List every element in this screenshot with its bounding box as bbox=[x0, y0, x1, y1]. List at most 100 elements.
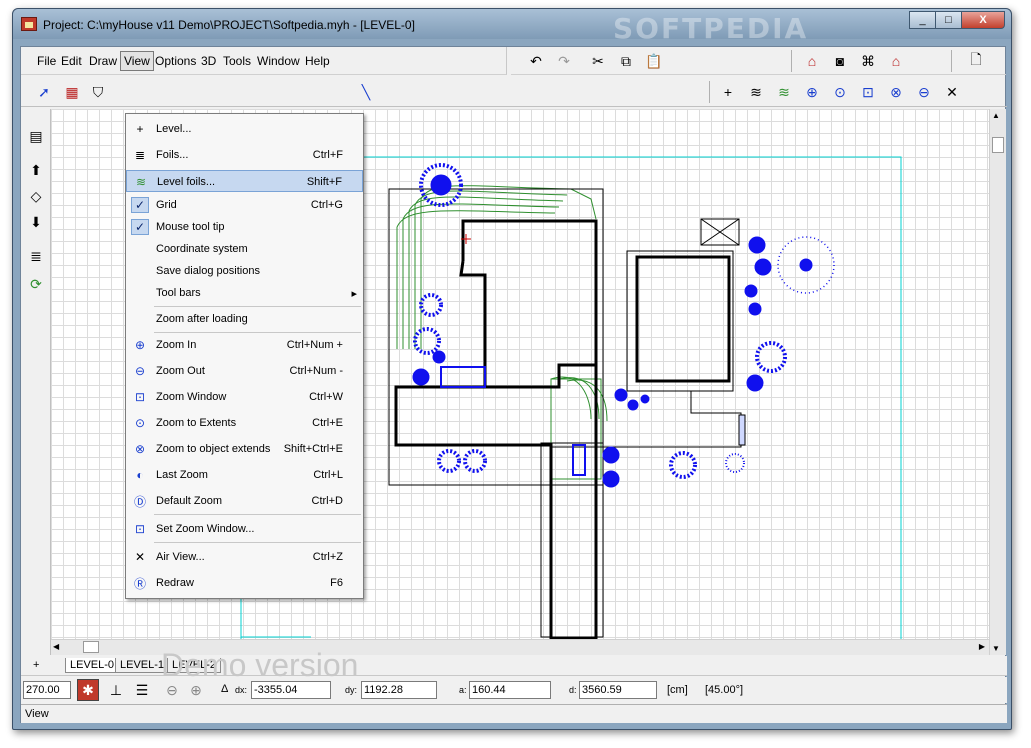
menu-item-label: Zoom Window bbox=[156, 391, 227, 403]
menu-item-level-foils[interactable]: ≋ Level foils... Shift+F bbox=[126, 170, 363, 192]
zoom-in-toolbar-icon[interactable]: ⊕ bbox=[801, 81, 823, 103]
vertical-scroll-thumb[interactable] bbox=[992, 137, 1004, 153]
layer-up-icon[interactable]: ⬆ bbox=[25, 159, 47, 181]
house-render-icon[interactable]: ⌂ bbox=[801, 50, 823, 72]
tab-level-0[interactable]: LEVEL-0 bbox=[65, 658, 120, 673]
scroll-right-icon[interactable]: ▶ bbox=[979, 642, 985, 651]
zoom-extents-toolbar-icon[interactable]: ⊙ bbox=[829, 81, 851, 103]
undo-icon[interactable]: ↶ bbox=[525, 50, 547, 72]
demo-version-label: Demo version bbox=[161, 647, 359, 683]
menu-3d[interactable]: 3D bbox=[199, 54, 218, 68]
zoom-extents-icon: ⊙ bbox=[134, 416, 146, 430]
ortho-icon[interactable]: ⊥ bbox=[105, 679, 127, 701]
angle-input[interactable]: 270.00 bbox=[23, 681, 71, 699]
scroll-left-icon[interactable]: ◀ bbox=[53, 642, 59, 651]
menu-item-label: Coordinate system bbox=[156, 243, 248, 255]
menu-window[interactable]: Window bbox=[255, 54, 302, 68]
d-label: d: bbox=[569, 685, 577, 695]
camera-icon[interactable]: ◙ bbox=[829, 50, 851, 72]
a-input[interactable]: 160.44 bbox=[469, 681, 551, 699]
menu-item-zoom-out[interactable]: ⊖ Zoom Out Ctrl+Num - bbox=[126, 360, 363, 382]
menu-item-default-zoom[interactable]: Ⓓ Default Zoom Ctrl+D bbox=[126, 490, 363, 512]
brick-wall-icon[interactable]: ▦ bbox=[61, 81, 83, 103]
menu-item-foils[interactable]: ≣ Foils... Ctrl+F bbox=[126, 144, 363, 166]
horizontal-scroll-thumb[interactable] bbox=[83, 641, 99, 653]
vertical-scrollbar[interactable]: ▲ ▼ bbox=[989, 109, 1006, 655]
new-document-icon[interactable]: 🗋 bbox=[965, 50, 987, 72]
menu-item-grid[interactable]: ✓ Grid Ctrl+G bbox=[126, 194, 363, 216]
menu-tools[interactable]: Tools bbox=[221, 54, 253, 68]
menu-item-set-zoom-window[interactable]: ⊡ Set Zoom Window... bbox=[126, 518, 363, 540]
pencil-line-icon[interactable]: ╲ bbox=[355, 81, 377, 103]
menu-item-shortcut: Ctrl+F bbox=[312, 149, 343, 161]
menu-help[interactable]: Help bbox=[303, 54, 332, 68]
checkmark-icon: ✓ bbox=[131, 197, 149, 213]
maximize-button[interactable]: □ bbox=[935, 11, 962, 29]
menu-item-air-view[interactable]: ✕ Air View... Ctrl+Z bbox=[126, 546, 363, 568]
menu-edit[interactable]: Edit bbox=[59, 54, 84, 68]
add-icon[interactable]: + bbox=[717, 81, 739, 103]
d-input[interactable]: 3560.59 bbox=[579, 681, 657, 699]
select-arrow-icon[interactable]: ➚ bbox=[33, 81, 55, 103]
zoom-out-icon: ⊖ bbox=[134, 364, 146, 378]
menu-draw[interactable]: Draw bbox=[87, 54, 119, 68]
video-camera-icon[interactable]: ⌘ bbox=[857, 50, 879, 72]
scroll-up-icon[interactable]: ▲ bbox=[992, 111, 1000, 120]
menu-view[interactable]: View bbox=[120, 51, 154, 71]
close-button[interactable]: X bbox=[961, 11, 1005, 29]
copy-icon[interactable]: ⧉ bbox=[615, 50, 637, 72]
minimize-button[interactable]: _ bbox=[909, 11, 936, 29]
zoom-window-toolbar-icon[interactable]: ⊡ bbox=[857, 81, 879, 103]
menu-item-shortcut: Ctrl+Z bbox=[312, 551, 343, 563]
list-icon[interactable]: ▤ bbox=[25, 125, 47, 147]
toolbar-draw: ➚ ▦ ⛉ ╲ + ≋ ≋ ⊕ ⊙ ⊡ ⊗ ⊖ ✕ bbox=[21, 77, 1007, 107]
paste-icon[interactable]: 📋 bbox=[643, 50, 665, 72]
menu-item-zoom-window[interactable]: ⊡ Zoom Window Ctrl+W bbox=[126, 386, 363, 408]
menu-item-label: Zoom to object extends bbox=[156, 443, 271, 455]
checkmark-icon: ✓ bbox=[131, 219, 149, 235]
menu-item-zoom-in[interactable]: ⊕ Zoom In Ctrl+Num + bbox=[126, 334, 363, 356]
menu-item-zoom-after-loading[interactable]: Zoom after loading bbox=[126, 308, 363, 330]
layer-eraser-icon[interactable]: ◇ bbox=[25, 185, 47, 207]
softpedia-watermark: SOFTPEDIA bbox=[613, 12, 809, 45]
air-view-toolbar-icon[interactable]: ✕ bbox=[941, 81, 963, 103]
menu-item-last-zoom[interactable]: ◐ Last Zoom Ctrl+L bbox=[126, 464, 363, 486]
foils-icon: ≣ bbox=[134, 148, 146, 162]
menu-file[interactable]: File bbox=[35, 54, 58, 68]
menu-item-label: Zoom after loading bbox=[156, 313, 248, 325]
menu-item-zoom-to-extents[interactable]: ⊙ Zoom to Extents Ctrl+E bbox=[126, 412, 363, 434]
refresh-icon[interactable]: ⟳ bbox=[25, 273, 47, 295]
dy-input[interactable]: 1192.28 bbox=[361, 681, 437, 699]
menu-item-tool-bars[interactable]: Tool bars ▸ bbox=[126, 282, 363, 304]
layers-icon[interactable]: ≋ bbox=[745, 81, 767, 103]
dy-label: dy: bbox=[345, 685, 358, 695]
garden-contours bbox=[396, 185, 608, 480]
redo-icon[interactable]: ↷ bbox=[553, 50, 575, 72]
menu-bar: File Edit Draw View Options 3D Tools Win… bbox=[21, 47, 507, 75]
add-level-button[interactable]: + bbox=[29, 658, 43, 672]
menu-options[interactable]: Options bbox=[153, 54, 198, 68]
menu-item-save-dialog-positions[interactable]: Save dialog positions bbox=[126, 260, 363, 282]
layers-stack-icon[interactable]: ≣ bbox=[25, 245, 47, 267]
menu-item-level[interactable]: + Level... bbox=[126, 118, 363, 140]
menu-item-label: Zoom Out bbox=[156, 365, 205, 377]
house-delete-icon[interactable]: ⌂ bbox=[885, 50, 907, 72]
filter-icon[interactable]: ⛉ bbox=[87, 81, 109, 103]
menu-item-coordinate-system[interactable]: Coordinate system bbox=[126, 238, 363, 260]
snap-grid-icon[interactable]: ✱ bbox=[77, 679, 99, 701]
snap-lines-icon[interactable]: ☰ bbox=[131, 679, 153, 701]
zoom-in-icon: ⊕ bbox=[134, 338, 146, 352]
client-area: File Edit Draw View Options 3D Tools Win… bbox=[20, 46, 1007, 723]
menu-item-mouse-tool-tip[interactable]: ✓ Mouse tool tip bbox=[126, 216, 363, 238]
zoom-window-icon: ⊡ bbox=[134, 390, 146, 404]
menu-item-label: Redraw bbox=[156, 577, 194, 589]
menu-item-zoom-to-object-extends[interactable]: ⊗ Zoom to object extends Shift+Ctrl+E bbox=[126, 438, 363, 460]
scroll-down-icon[interactable]: ▼ bbox=[992, 644, 1000, 653]
layer-down-icon[interactable]: ⬇ bbox=[25, 211, 47, 233]
zoom-object-toolbar-icon[interactable]: ⊗ bbox=[885, 81, 907, 103]
level-foils-icon[interactable]: ≋ bbox=[773, 81, 795, 103]
zoom-out-toolbar-icon[interactable]: ⊖ bbox=[913, 81, 935, 103]
menu-item-label: Zoom to Extents bbox=[156, 417, 237, 429]
cut-icon[interactable]: ✂ bbox=[587, 50, 609, 72]
menu-item-redraw[interactable]: Ⓡ Redraw F6 bbox=[126, 572, 363, 594]
